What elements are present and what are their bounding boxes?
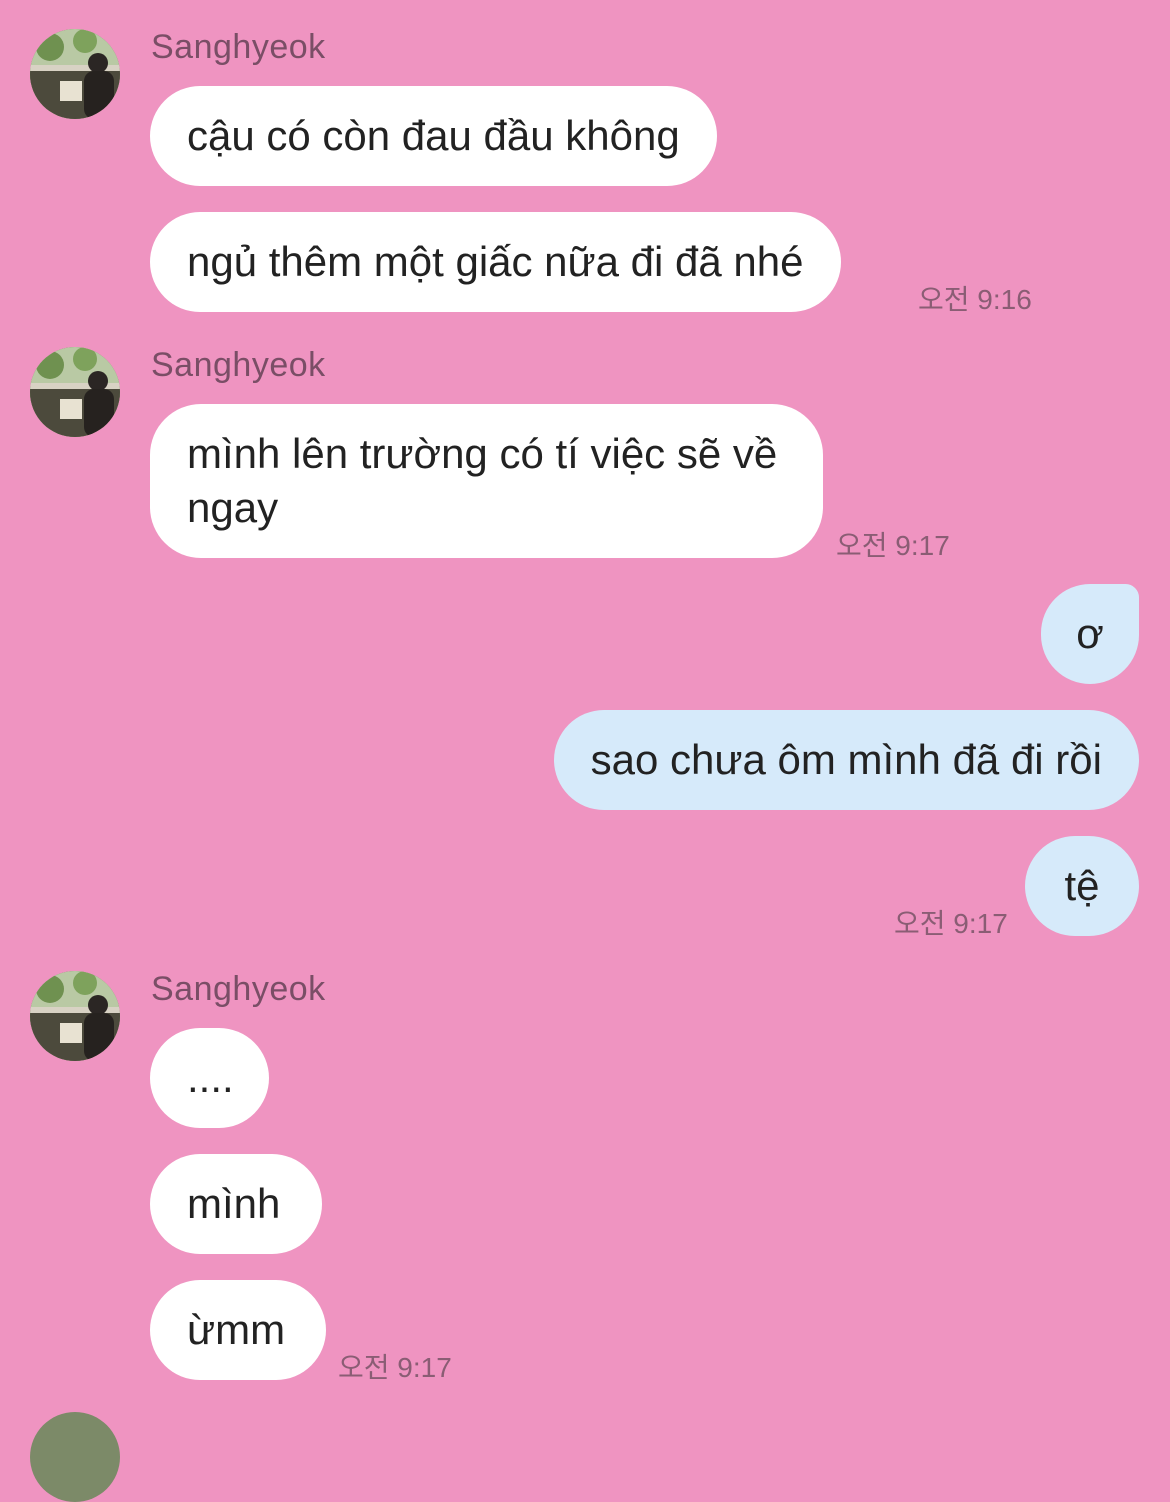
sender-avatar[interactable]: [30, 971, 120, 1061]
message-bubble-incoming[interactable]: cậu có còn đau đầu không: [150, 86, 717, 186]
message-bubble-incoming[interactable]: ngủ thêm một giấc nữa đi đã nhé: [150, 212, 841, 312]
sender-name: Sanghyeok: [151, 970, 326, 1008]
message-timestamp: 오전 9:17: [338, 1352, 452, 1383]
message-bubble-outgoing[interactable]: sao chưa ôm mình đã đi rồi: [553, 710, 1139, 810]
message-bubble-outgoing[interactable]: tệ: [1025, 836, 1139, 936]
message-timestamp: 오전 9:16: [918, 284, 1032, 315]
message-timestamp: 오전 9:17: [894, 908, 1008, 939]
sender-avatar[interactable]: [30, 1412, 120, 1502]
message-bubble-incoming[interactable]: mình: [150, 1154, 322, 1254]
message-bubble-incoming[interactable]: ....: [150, 1028, 269, 1128]
sender-name: Sanghyeok: [151, 28, 326, 66]
message-bubble-outgoing[interactable]: ơ: [1041, 584, 1139, 684]
avatar-photo-icon: [30, 971, 120, 1061]
message-bubble-incoming[interactable]: ừmm: [150, 1280, 326, 1380]
message-bubble-incoming[interactable]: mình lên trường có tí việc sẽ về ngay: [150, 404, 823, 558]
avatar-photo-icon: [30, 29, 120, 119]
avatar-photo-icon: [30, 347, 120, 437]
sender-avatar[interactable]: [30, 29, 120, 119]
sender-name: Sanghyeok: [151, 346, 326, 384]
sender-avatar[interactable]: [30, 347, 120, 437]
message-timestamp: 오전 9:17: [836, 530, 950, 561]
